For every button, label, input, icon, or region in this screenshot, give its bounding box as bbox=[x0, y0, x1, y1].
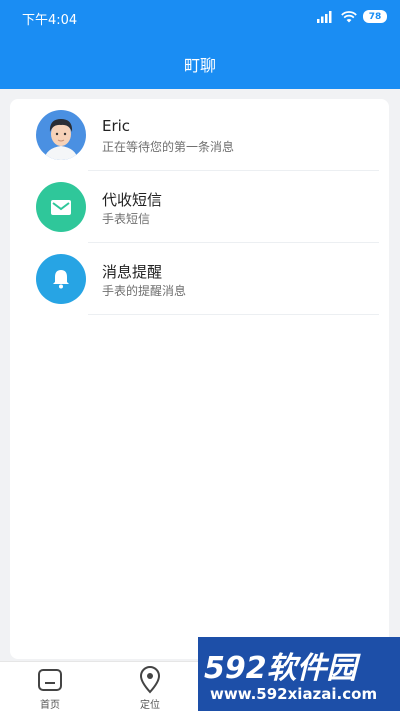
envelope-icon bbox=[36, 182, 86, 232]
watermark: 592软件园 www.592xiazai.com bbox=[198, 637, 400, 711]
chat-title: 代收短信 bbox=[102, 191, 163, 209]
chat-title: 消息提醒 bbox=[102, 263, 163, 281]
battery-icon: 78 bbox=[363, 10, 387, 23]
wifi-icon bbox=[341, 10, 357, 22]
tab-label: 首页 bbox=[40, 700, 60, 711]
watermark-url: www.592xiazai.com bbox=[210, 685, 378, 703]
signal-icon bbox=[317, 10, 332, 23]
status-time: 下午4:04 bbox=[22, 13, 78, 28]
tab-home[interactable]: 首页 bbox=[10, 662, 90, 711]
app-header: 下午4:04 78 町聊 bbox=[0, 0, 400, 89]
chat-title: Eric bbox=[102, 117, 131, 135]
divider bbox=[88, 314, 379, 315]
chat-subtitle: 手表短信 bbox=[102, 212, 151, 226]
user-avatar bbox=[36, 110, 86, 160]
chat-item-reminder[interactable]: 消息提醒 手表的提醒消息 bbox=[10, 243, 389, 315]
chat-item-sms[interactable]: 代收短信 手表短信 bbox=[10, 171, 389, 243]
chat-subtitle: 手表的提醒消息 bbox=[102, 284, 187, 298]
tab-label: 定位 bbox=[140, 700, 160, 711]
status-icons: 78 bbox=[317, 10, 387, 23]
watermark-brand: 592软件园 bbox=[204, 651, 357, 686]
status-bar: 下午4:04 78 bbox=[0, 0, 400, 36]
bell-icon bbox=[36, 254, 86, 304]
chat-subtitle: 正在等待您的第一条消息 bbox=[102, 140, 235, 154]
page-title: 町聊 bbox=[183, 56, 216, 75]
chat-list: Eric 正在等待您的第一条消息 代收短信 手表短信 消息提醒 手表的提醒消息 bbox=[10, 99, 389, 659]
home-icon bbox=[36, 666, 64, 694]
tab-location[interactable]: 定位 bbox=[110, 662, 190, 711]
chat-item-eric[interactable]: Eric 正在等待您的第一条消息 bbox=[10, 99, 389, 171]
location-pin-icon bbox=[136, 666, 164, 694]
